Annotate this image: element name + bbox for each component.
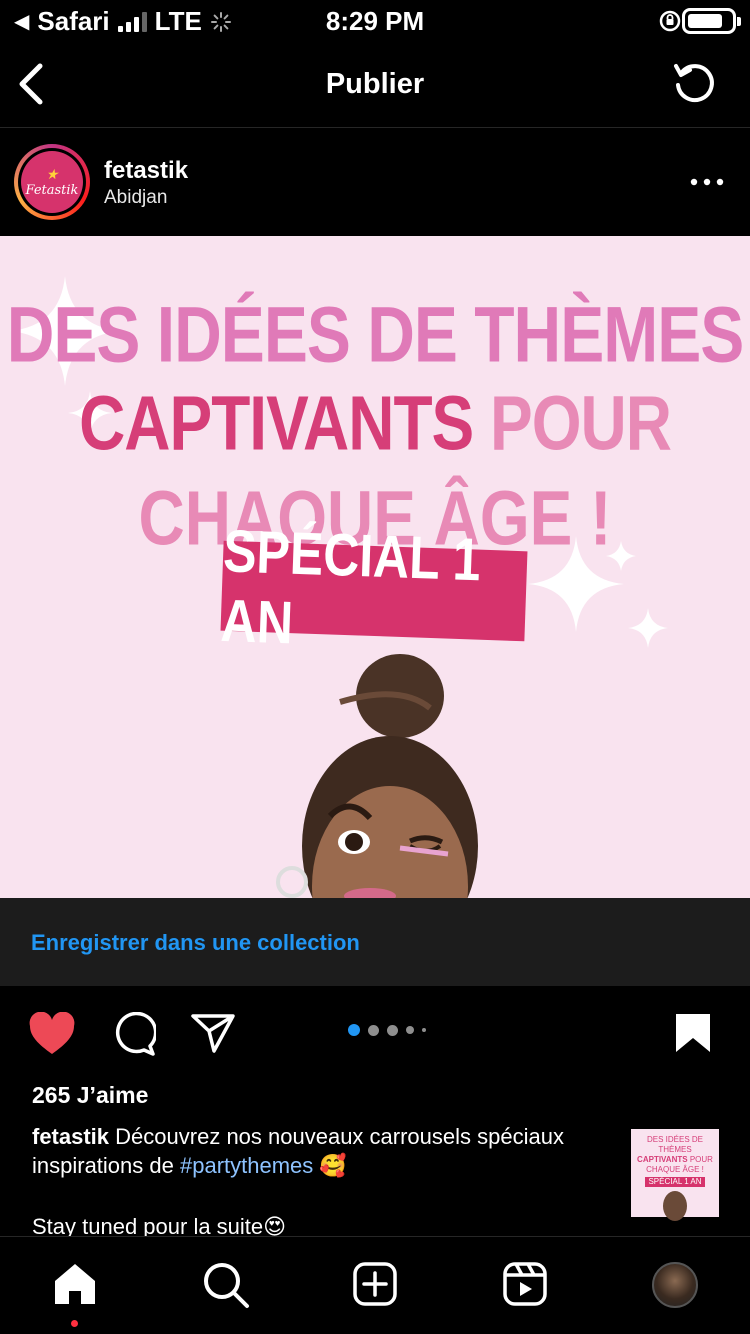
likes-count[interactable]: 265 J’aime	[32, 1082, 148, 1109]
sparkle-icon	[628, 608, 668, 648]
bottom-tab-bar	[0, 1236, 750, 1334]
carousel-dot-active	[348, 1024, 360, 1036]
status-bar: ◀ Safari LTE 8:29 PM	[0, 0, 750, 44]
save-to-collection-link[interactable]: Enregistrer dans une collection	[31, 930, 360, 956]
more-options-icon[interactable]	[688, 173, 726, 191]
top-nav: Publier	[0, 44, 750, 128]
reels-icon[interactable]	[502, 1261, 548, 1307]
battery-icon	[682, 8, 741, 34]
bookmark-icon[interactable]	[674, 1012, 712, 1054]
special-badge: SPÉCIAL 1 AN	[220, 517, 528, 657]
refresh-icon[interactable]	[670, 58, 720, 108]
headline-line1: DES IDÉES DE THÈMES	[6, 289, 745, 379]
account-avatar[interactable]: ★ Fetastik	[14, 144, 90, 220]
search-icon[interactable]	[202, 1261, 250, 1309]
headline-captivants: CAPTIVANTS	[79, 379, 474, 467]
status-time: 8:29 PM	[325, 6, 425, 36]
post-location[interactable]: Abidjan	[104, 187, 167, 209]
save-to-collection-bar[interactable]: Enregistrer dans une collection	[0, 898, 750, 986]
thumbnail-memoji	[663, 1191, 687, 1221]
carousel-dots	[348, 1024, 426, 1036]
profile-avatar[interactable]	[652, 1262, 698, 1308]
post-thumbnail[interactable]: DES IDÉES DE THÈMES CAPTIVANTS POUR CHAQ…	[631, 1129, 719, 1221]
headline-line2: CAPTIVANTS POUR	[0, 379, 750, 468]
home-notification-dot	[71, 1320, 78, 1327]
post-header: ★ Fetastik fetastik Abidjan	[0, 129, 750, 235]
hashtag-link[interactable]: #partythemes	[180, 1153, 313, 1178]
carousel-dot	[422, 1028, 426, 1032]
page-title: Publier	[325, 68, 425, 100]
headline-pour: POUR	[490, 379, 672, 467]
caption-line2: inspirations de	[32, 1153, 174, 1178]
fetastik-logo: ★ Fetastik	[21, 151, 83, 213]
carousel-dot	[387, 1024, 398, 1036]
caption-username[interactable]: fetastik	[32, 1124, 109, 1149]
carousel-dot	[368, 1024, 379, 1036]
caption-line1: fetastik Découvrez nos nouveaux carrouse…	[32, 1122, 642, 1180]
like-heart-icon[interactable]	[28, 1012, 76, 1056]
post-username[interactable]: fetastik	[104, 157, 188, 185]
post-image[interactable]: DES IDÉES DE THÈMES CAPTIVANTS POUR CHAQ…	[0, 236, 750, 898]
emoji-smiling-hearts: 🥰	[319, 1153, 347, 1178]
memoji-illustration	[276, 654, 478, 898]
share-send-icon[interactable]	[190, 1012, 236, 1054]
caption-text: Découvrez nos nouveaux carrousels spécia…	[115, 1124, 564, 1149]
comment-icon[interactable]	[110, 1012, 156, 1056]
create-post-icon[interactable]	[352, 1261, 398, 1307]
orientation-lock-icon	[659, 10, 681, 32]
carousel-dot	[406, 1026, 414, 1034]
home-icon[interactable]	[52, 1261, 98, 1307]
